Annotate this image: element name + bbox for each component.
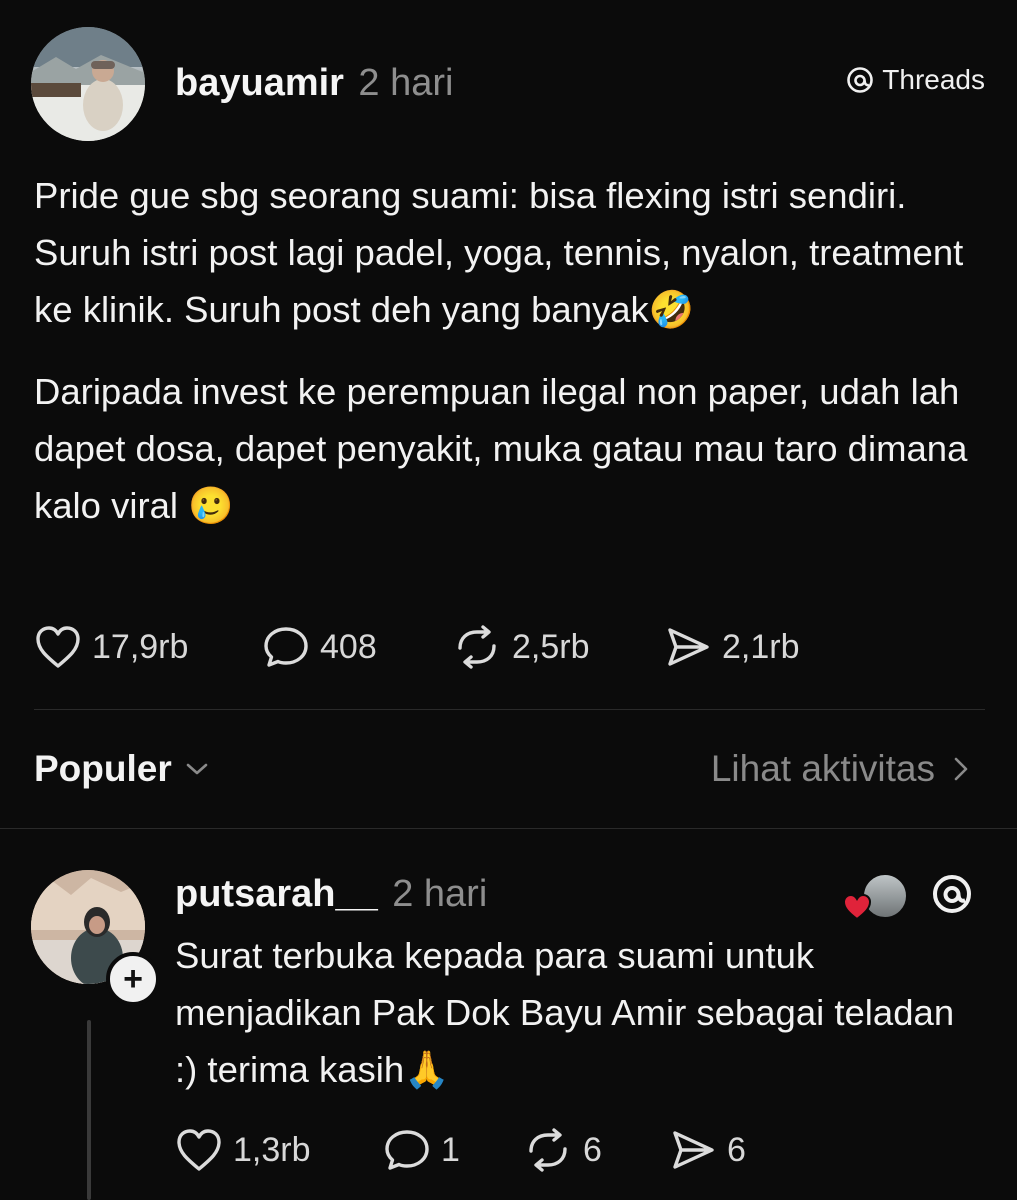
send-icon [664,624,712,670]
author-liked-heart-icon [842,893,872,921]
section-divider [0,828,1017,829]
view-activity-link[interactable]: Lihat aktivitas [711,748,969,790]
post-divider [34,709,985,710]
thread-line [87,1020,91,1200]
chevron-down-icon [184,759,210,779]
heart-icon [175,1127,223,1173]
reply-header: putsarah__ 2 hari [175,873,487,916]
post-body: Pride gue sbg seorang suami: bisa flexin… [34,167,984,559]
reply-author-username[interactable]: putsarah__ [175,873,378,915]
post-paragraph: Pride gue sbg seorang suami: bisa flexin… [34,175,964,330]
threads-logo-icon[interactable] [930,872,974,916]
share-button[interactable]: 2,1rb [664,624,800,670]
reply-count: 408 [320,627,377,666]
sort-dropdown[interactable]: Populer [34,748,210,790]
chevron-right-icon [953,755,969,783]
share-count: 2,1rb [722,627,800,666]
reply-repost-count: 6 [583,1130,602,1169]
reply-like-count: 1,3rb [233,1130,311,1169]
repost-icon [523,1127,573,1173]
post-time: 2 hari [358,62,454,104]
repost-button[interactable]: 2,5rb [452,624,664,670]
reply-share-count: 6 [727,1130,746,1169]
threads-brand[interactable]: Threads [846,64,985,96]
reply-body: Surat terbuka kepada para suami untuk me… [175,935,955,1090]
repost-icon [452,624,502,670]
like-button[interactable]: 17,9rb [34,624,262,670]
reply-reply-button[interactable]: 1 [383,1127,523,1173]
sort-label: Populer [34,748,172,789]
reply-reply-count: 1 [441,1130,460,1169]
view-activity-label: Lihat aktivitas [710,748,935,789]
reply-button[interactable]: 408 [262,624,452,670]
author-username[interactable]: bayuamir [175,62,344,104]
threads-brand-label: Threads [882,64,985,95]
repost-count: 2,5rb [512,627,590,666]
reply-actions: 1,3rb 1 6 6 [175,1127,746,1173]
comment-icon [262,624,310,670]
threads-logo-icon [846,66,874,94]
post-header: bayuamir 2 hari [175,62,453,105]
like-count: 17,9rb [92,627,189,666]
reply-like-button[interactable]: 1,3rb [175,1127,383,1173]
post-paragraph: Daripada invest ke perempuan ilegal non … [34,371,968,526]
send-icon [669,1127,717,1173]
reply-repost-button[interactable]: 6 [523,1127,669,1173]
comment-icon [383,1127,431,1173]
post-actions: 17,9rb 408 2,5rb 2,1rb [34,624,800,670]
heart-icon [34,624,82,670]
reply-time: 2 hari [392,873,488,915]
follow-button[interactable]: + [106,952,160,1006]
reply-share-button[interactable]: 6 [669,1127,746,1173]
author-avatar[interactable] [31,27,145,141]
